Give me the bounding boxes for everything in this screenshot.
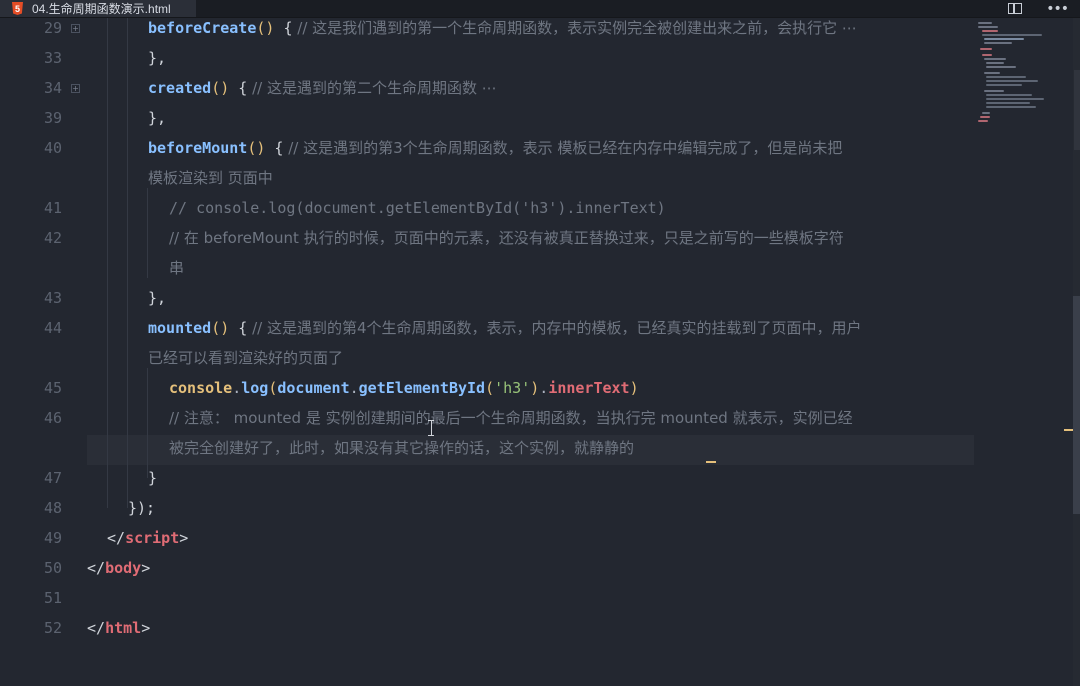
code-line: beforeMount() { // 这是遇到的第3个生命周期函数，表示 模板已… bbox=[148, 139, 843, 157]
line-number: 39 bbox=[43, 109, 62, 127]
line-number: 48 bbox=[43, 499, 62, 517]
code-line: mounted() { // 这是遇到的第4个生命周期函数，表示，内存中的模板，… bbox=[148, 319, 862, 337]
indent-guide bbox=[147, 368, 148, 478]
code-line: }); bbox=[128, 499, 156, 517]
code-line: }, bbox=[148, 49, 167, 67]
code-line: // 注意： mounted 是 实例创建期间的最后一个生命周期函数，当执行完 … bbox=[169, 409, 853, 427]
line-number: 49 bbox=[43, 529, 62, 547]
code-line-wrap: 已经可以看到渲染好的页面了 bbox=[148, 349, 344, 367]
code-line: }, bbox=[148, 289, 167, 307]
line-number: 40 bbox=[43, 139, 62, 157]
indent-guide bbox=[147, 188, 148, 278]
code-line-wrap: 模板渲染到 页面中 bbox=[148, 169, 273, 187]
line-number: 52 bbox=[43, 619, 62, 637]
line-number: 43 bbox=[43, 289, 62, 307]
line-number: 34 bbox=[43, 79, 62, 97]
line-number: 50 bbox=[43, 559, 62, 577]
code-line: </script> bbox=[107, 529, 189, 547]
scrollbar-thumb[interactable] bbox=[1073, 296, 1080, 514]
indent-guide bbox=[107, 18, 108, 508]
line-number: 29 bbox=[43, 19, 62, 37]
code-line: }, bbox=[148, 109, 167, 127]
line-number: 44 bbox=[43, 319, 62, 337]
fold-expand-icon[interactable]: + bbox=[71, 84, 80, 93]
line-number: 51 bbox=[43, 589, 62, 607]
line-number: 45 bbox=[43, 379, 62, 397]
more-actions-icon[interactable]: ••• bbox=[1046, 1, 1069, 17]
ibeam-cursor-icon bbox=[428, 420, 434, 436]
scrollbar-cursor-marker bbox=[1064, 429, 1073, 431]
fold-expand-icon[interactable]: + bbox=[71, 24, 80, 33]
text-cursor bbox=[706, 461, 716, 463]
line-number: 42 bbox=[43, 229, 62, 247]
code-line-wrap: 被完全创建好了，此时，如果没有其它操作的话，这个实例，就静静的 bbox=[169, 439, 635, 457]
line-number: 41 bbox=[43, 199, 62, 217]
split-editor-icon[interactable] bbox=[1008, 3, 1023, 14]
code-line-wrap: 串 bbox=[169, 259, 185, 277]
code-line: } bbox=[148, 469, 158, 487]
code-line: created() { // 这是遇到的第二个生命周期函数 ⋯ bbox=[148, 79, 497, 97]
line-number: 46 bbox=[43, 409, 62, 427]
line-number: 33 bbox=[43, 49, 62, 67]
code-line: </body> bbox=[87, 559, 151, 577]
code-line: // 在 beforeMount 执行的时候，页面中的元素，还没有被真正替换过来… bbox=[169, 229, 844, 247]
code-line: console.log(document.getElementById('h3'… bbox=[169, 379, 639, 397]
code-line: beforeCreate() { // 这是我们遇到的第一个生命周期函数，表示实… bbox=[148, 19, 857, 37]
minimap[interactable] bbox=[976, 18, 1056, 128]
indent-guide bbox=[127, 18, 128, 508]
line-number: 47 bbox=[43, 469, 62, 487]
code-line: </html> bbox=[87, 619, 151, 637]
code-line: // console.log(document.getElementById('… bbox=[169, 199, 666, 217]
scrollbar-overview-region bbox=[1074, 70, 1080, 150]
